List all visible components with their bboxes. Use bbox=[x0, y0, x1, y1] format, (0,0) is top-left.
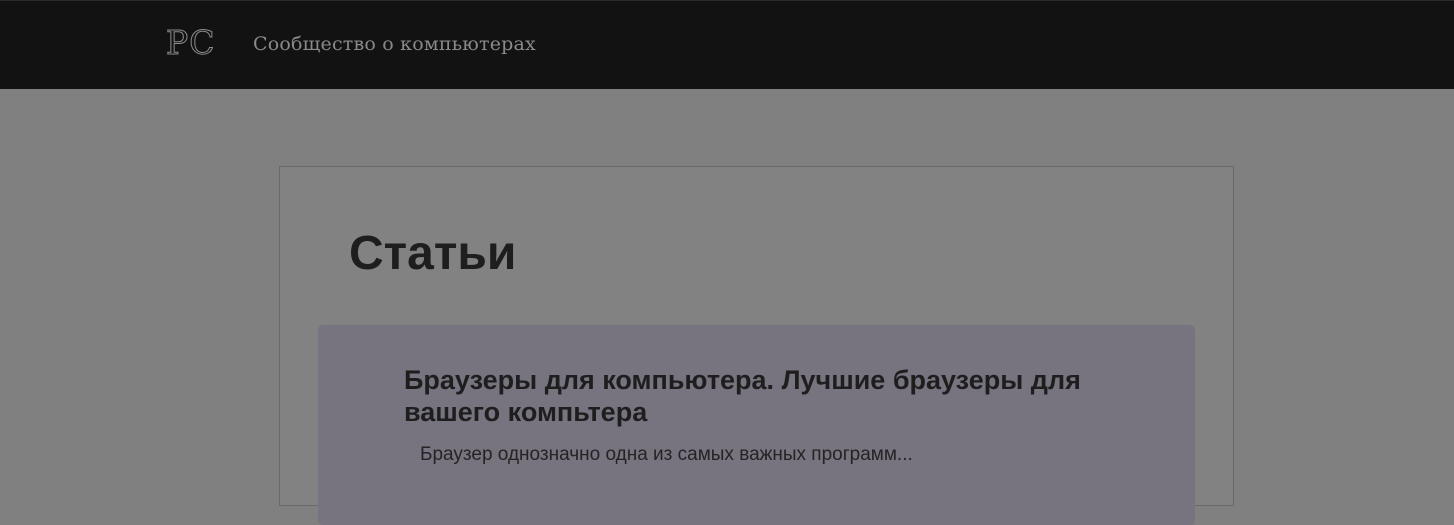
site-logo[interactable]: PC bbox=[165, 23, 215, 63]
page-title: Статьи bbox=[349, 227, 517, 280]
article-excerpt: Браузер однозначно одна из самых важных … bbox=[420, 444, 913, 465]
site-title[interactable]: Сообщество о компьютерах bbox=[253, 32, 536, 56]
article-title[interactable]: Браузеры для компьютера. Лучшие браузеры… bbox=[404, 364, 1124, 428]
top-navigation-bar: PC Сообщество о компьютерах bbox=[0, 0, 1454, 89]
